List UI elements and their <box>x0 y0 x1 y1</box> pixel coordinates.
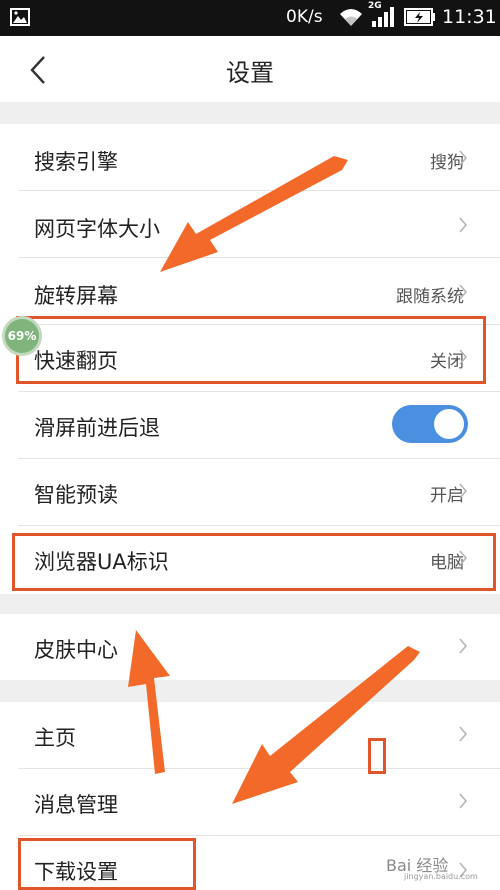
setting-label: 滑屏前进后退 <box>34 416 160 440</box>
setting-label: 主页 <box>34 726 76 750</box>
setting-font-size[interactable]: 网页字体大小 <box>0 191 500 257</box>
chevron-right-icon <box>459 217 468 233</box>
setting-skin-center[interactable]: 皮肤中心 <box>0 614 500 680</box>
section-gap <box>0 594 500 614</box>
setting-value: 跟随系统 <box>396 287 464 307</box>
highlight-box-fast-page-turn <box>16 316 486 384</box>
progress-badge: 69% <box>2 316 42 356</box>
setting-smart-preload[interactable]: 智能预读 开启 <box>0 459 500 525</box>
chevron-right-icon <box>459 483 468 499</box>
signal-icon <box>372 7 394 27</box>
wifi-icon <box>340 9 362 26</box>
setting-search-engine[interactable]: 搜索引擎 搜狗 <box>0 124 500 190</box>
setting-message-management[interactable]: 消息管理 <box>0 769 500 835</box>
page-title: 设置 <box>226 59 274 87</box>
image-notification-icon <box>10 8 30 26</box>
highlight-box-browser-ua <box>12 533 496 591</box>
title-bar: 设置 <box>0 36 500 102</box>
chevron-right-icon <box>459 638 468 654</box>
setting-label: 搜索引擎 <box>34 150 118 174</box>
setting-label: 皮肤中心 <box>34 638 118 662</box>
clock: 11:31 <box>442 6 497 28</box>
chevron-right-icon <box>459 284 468 300</box>
battery-charging-icon <box>404 8 435 26</box>
chevron-right-icon <box>459 793 468 809</box>
section-gap <box>0 680 500 702</box>
status-bar: 0K/s 2G 11:31 <box>0 0 500 36</box>
setting-label: 旋转屏幕 <box>34 284 118 308</box>
section-gap <box>0 102 500 124</box>
network-speed: 0K/s <box>286 7 323 27</box>
setting-label: 消息管理 <box>34 793 118 817</box>
setting-rotate-screen[interactable]: 旋转屏幕 跟随系统 <box>0 258 500 324</box>
watermark-url: jingyan.baidu.com <box>404 872 478 881</box>
setting-swipe-navigation: 滑屏前进后退 <box>0 392 500 458</box>
highlight-box-download-settings <box>18 838 196 890</box>
chevron-right-icon <box>459 150 468 166</box>
swipe-navigation-toggle[interactable] <box>392 405 468 443</box>
chevron-right-icon <box>459 726 468 742</box>
setting-label: 网页字体大小 <box>34 217 160 241</box>
setting-label: 智能预读 <box>34 483 118 507</box>
highlight-box-small <box>368 738 386 774</box>
setting-home-page[interactable]: 主页 <box>0 702 500 768</box>
toggle-knob <box>434 409 464 439</box>
